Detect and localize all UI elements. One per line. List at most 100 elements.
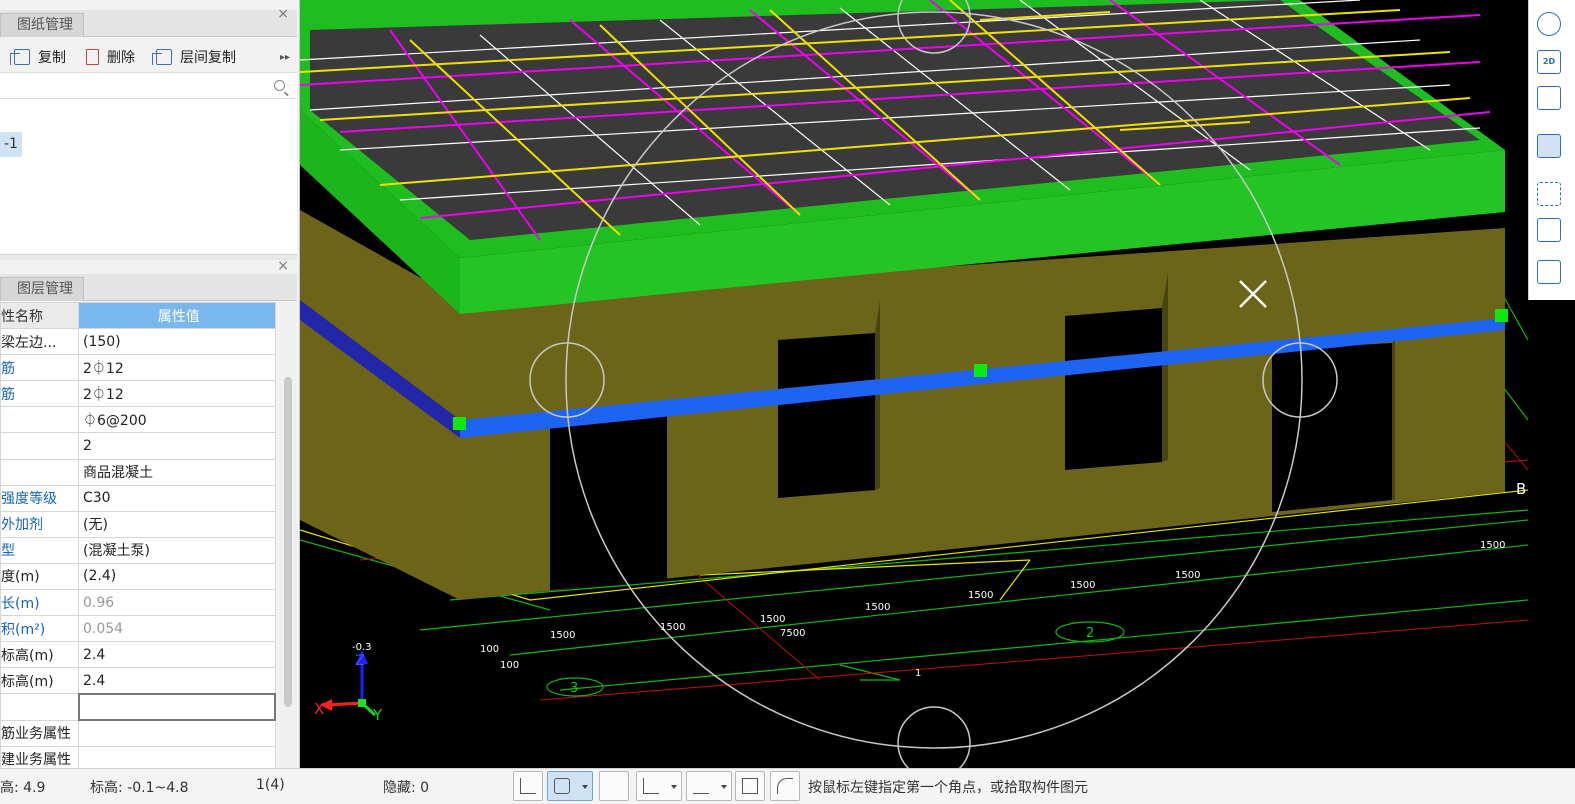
property-value[interactable]: ⏀6@200	[78, 406, 276, 434]
property-value[interactable]: (150)	[78, 328, 276, 356]
level-tag: -0.3	[352, 642, 372, 653]
model-canvas[interactable]: Z X Y -0.3 1500 1500 1500 1500 1500 1500…	[300, 0, 1528, 768]
window-opening-1	[778, 333, 875, 498]
tab-layer-management[interactable]: 图层管理	[0, 277, 84, 301]
property-row[interactable]: ⏀6@200	[0, 406, 276, 434]
property-row[interactable]: 商品混凝土	[0, 458, 276, 486]
angle-icon	[643, 778, 659, 794]
property-row[interactable]: 长(m) 0.96	[0, 589, 276, 617]
property-row[interactable]: 标高(m) 2.4	[0, 641, 276, 669]
trash-icon	[86, 49, 99, 65]
property-scrollbar-thumb[interactable]	[284, 377, 292, 707]
property-row[interactable]: 筋 2⏀12	[0, 380, 276, 408]
dim-100-a: 100	[480, 644, 499, 655]
copy-button[interactable]: 复制	[10, 46, 66, 68]
property-row[interactable]	[0, 692, 276, 722]
property-row[interactable]: 筋 2⏀12	[0, 354, 276, 382]
dynamic-input-button[interactable]	[735, 771, 765, 801]
snap-mode-button[interactable]	[686, 771, 732, 801]
ortho-button[interactable]	[513, 771, 543, 801]
property-row[interactable]: 型 (混凝土泵)	[0, 536, 276, 564]
property-value[interactable]: 2⏀12	[78, 380, 276, 408]
dim-label-4: 1500	[865, 602, 890, 613]
orbit-view-icon[interactable]	[1537, 12, 1561, 36]
copy-label: 复制	[38, 50, 66, 66]
panel-splitter[interactable]	[0, 254, 297, 260]
beam-grip-end[interactable]	[1495, 309, 1508, 322]
property-row[interactable]: 度(m) (2.4)	[0, 562, 276, 591]
hidden-status: 隐藏: 0	[383, 780, 430, 796]
dim-label-6: 1500	[1070, 580, 1095, 591]
more-tools-icon[interactable]: ▸▸	[280, 46, 290, 68]
property-row[interactable]: 强度等级 C30	[0, 484, 276, 512]
chevron-down-icon	[582, 785, 588, 789]
tree-item-floor[interactable]: -1	[0, 132, 22, 157]
search-icon[interactable]	[274, 80, 285, 91]
property-value[interactable]: (混凝土泵)	[78, 536, 276, 564]
floor-height-status: 高: 4.9	[0, 780, 46, 796]
zoom-extents-icon[interactable]	[1537, 182, 1561, 206]
dim-label-1: 1500	[550, 630, 575, 641]
property-name: 建业务属性	[0, 745, 79, 768]
property-value[interactable]: 0.96	[78, 589, 276, 617]
property-value[interactable]: 2.4	[78, 641, 276, 669]
drawing-panel-close-icon[interactable]: ×	[277, 6, 289, 22]
beam-grip-mid[interactable]	[974, 364, 987, 377]
property-name	[0, 693, 79, 721]
property-row[interactable]: 2	[0, 432, 276, 460]
property-row[interactable]: 建业务属性	[0, 745, 276, 768]
copy-icon	[10, 49, 30, 65]
property-name: 标高(m)	[0, 641, 79, 669]
ortho-icon	[520, 778, 536, 794]
property-name	[0, 432, 79, 460]
angle-snap-button[interactable]	[636, 771, 682, 801]
property-value[interactable]: (2.4)	[78, 562, 276, 591]
property-value[interactable]: 2.4	[78, 667, 276, 695]
arc-button[interactable]	[770, 771, 800, 801]
property-value[interactable]	[77, 692, 276, 722]
property-row[interactable]: 外加剂 (无)	[0, 510, 276, 538]
property-scrollbar[interactable]	[280, 302, 297, 768]
property-name: 外加剂	[0, 510, 79, 538]
property-value[interactable]: C30	[78, 484, 276, 512]
dim-label-5: 1500	[968, 590, 993, 601]
layer-panel-close-icon[interactable]: ×	[277, 258, 289, 274]
dim-label-8: 1500	[1480, 540, 1505, 551]
property-name	[0, 406, 79, 434]
beam-grip-start[interactable]	[453, 417, 466, 430]
property-value[interactable]: 2	[78, 432, 276, 460]
dim-100-b: 100	[500, 660, 519, 671]
property-row[interactable]: 积(m²) 0.054	[0, 615, 276, 643]
property-value[interactable]: 0.054	[78, 615, 276, 643]
property-value[interactable]: (无)	[78, 510, 276, 538]
app-window: 图纸管理 × 复制 删除 层间复制 ▸▸ -1 图层管理 × 性名称 属性值 梁…	[0, 0, 1575, 804]
view-shaded-cube-icon[interactable]	[1537, 134, 1561, 158]
delete-button[interactable]: 删除	[86, 46, 135, 68]
property-row[interactable]: 梁左边... (150)	[0, 328, 276, 356]
view-2d-button[interactable]: 2D	[1537, 50, 1561, 74]
display-settings-icon[interactable]	[1537, 260, 1561, 284]
drawing-toolbar: 复制 删除 层间复制 ▸▸	[0, 42, 297, 72]
dim-total-label: 7500	[780, 628, 805, 639]
select-box-button[interactable]	[547, 771, 593, 801]
3d-viewport[interactable]: Z X Y -0.3 1500 1500 1500 1500 1500 1500…	[300, 0, 1528, 768]
property-value[interactable]	[78, 719, 276, 747]
property-name: 强度等级	[0, 484, 79, 512]
property-value[interactable]	[78, 745, 276, 768]
tab-drawing-management[interactable]: 图纸管理	[0, 13, 84, 37]
property-value[interactable]: 商品混凝土	[78, 458, 276, 486]
property-value[interactable]: 2⏀12	[78, 354, 276, 382]
drawing-panel-tabbar: 图纸管理 ×	[0, 6, 297, 37]
property-name: 筋	[0, 354, 79, 382]
status-bar: 高: 4.9 标高: -0.1~4.8 1(4) 隐藏: 0 按鼠标左键指定第一…	[0, 768, 1575, 804]
arc-icon	[777, 778, 793, 794]
property-row[interactable]: 筋业务属性	[0, 719, 276, 747]
property-name-header: 性名称	[0, 302, 79, 330]
view-3d-cube-icon[interactable]	[1537, 86, 1561, 110]
property-row[interactable]: 标高(m) 2.4	[0, 667, 276, 695]
cross-select-button[interactable]	[599, 771, 629, 801]
door-opening-2	[1272, 343, 1392, 512]
floor-copy-button[interactable]: 层间复制	[152, 46, 236, 68]
view-selection-icon[interactable]	[1537, 218, 1561, 242]
drawing-search-input[interactable]	[0, 72, 297, 99]
